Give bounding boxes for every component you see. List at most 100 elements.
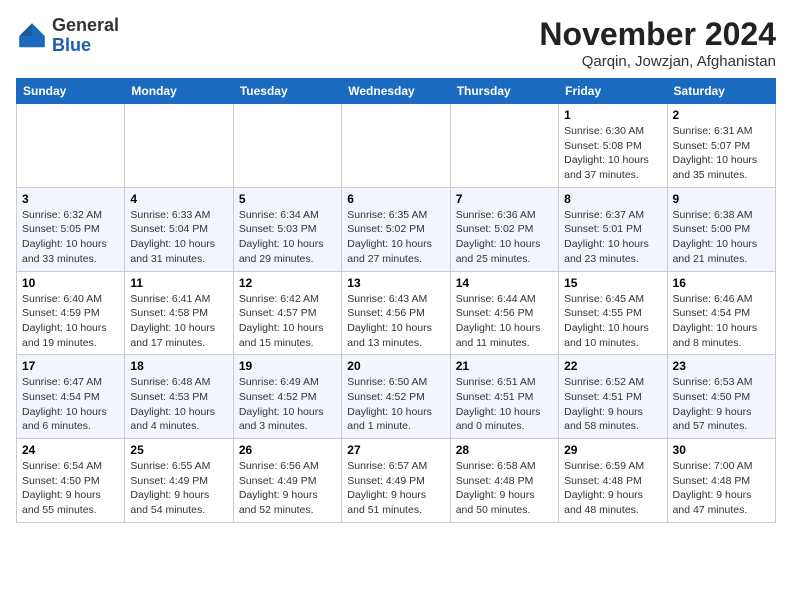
- day-number: 8: [564, 192, 661, 206]
- day-info: Sunrise: 6:42 AM Sunset: 4:57 PM Dayligh…: [239, 292, 336, 351]
- calendar-cell: 17Sunrise: 6:47 AM Sunset: 4:54 PM Dayli…: [17, 355, 125, 439]
- calendar-body: 1 Sunrise: 6:30 AM Sunset: 5:08 PM Daylig…: [17, 104, 776, 523]
- day-number: 29: [564, 443, 661, 457]
- day-number: 19: [239, 359, 336, 373]
- day-number: 9: [673, 192, 770, 206]
- calendar-cell: 6Sunrise: 6:35 AM Sunset: 5:02 PM Daylig…: [342, 187, 450, 271]
- calendar-cell: 2 Sunrise: 6:31 AM Sunset: 5:07 PM Daylig…: [667, 104, 775, 188]
- calendar-cell: 1 Sunrise: 6:30 AM Sunset: 5:08 PM Daylig…: [559, 104, 667, 188]
- day-info: Sunrise: 6:55 AM Sunset: 4:49 PM Dayligh…: [130, 459, 227, 518]
- calendar-table: SundayMondayTuesdayWednesdayThursdayFrid…: [16, 78, 776, 523]
- day-info: Sunrise: 6:59 AM Sunset: 4:48 PM Dayligh…: [564, 459, 661, 518]
- calendar-cell: 22 Sunrise: 6:52 AM Sunset: 4:51 PM Dayli…: [559, 355, 667, 439]
- calendar-week-row: 24 Sunrise: 6:54 AM Sunset: 4:50 PM Dayli…: [17, 439, 776, 523]
- logo-text: General Blue: [52, 16, 119, 56]
- calendar-cell: 3 Sunrise: 6:32 AM Sunset: 5:05 PM Daylig…: [17, 187, 125, 271]
- day-info: Sunrise: 6:30 AM Sunset: 5:08 PM Dayligh…: [564, 124, 661, 183]
- day-info: Sunrise: 6:48 AM Sunset: 4:53 PM Dayligh…: [130, 375, 227, 434]
- day-number: 5: [239, 192, 336, 206]
- day-number: 1: [564, 108, 661, 122]
- calendar-cell: 5 Sunrise: 6:34 AM Sunset: 5:03 PM Daylig…: [233, 187, 341, 271]
- day-number: 13: [347, 276, 444, 290]
- day-info: Sunrise: 6:31 AM Sunset: 5:07 PM Dayligh…: [673, 124, 770, 183]
- day-info: Sunrise: 6:53 AM Sunset: 4:50 PM Dayligh…: [673, 375, 770, 434]
- day-info: Sunrise: 6:34 AM Sunset: 5:03 PM Dayligh…: [239, 208, 336, 267]
- day-number: 14: [456, 276, 553, 290]
- calendar-week-row: 17Sunrise: 6:47 AM Sunset: 4:54 PM Dayli…: [17, 355, 776, 439]
- logo-icon: [16, 20, 48, 52]
- day-info: Sunrise: 6:49 AM Sunset: 4:52 PM Dayligh…: [239, 375, 336, 434]
- calendar-cell: 29 Sunrise: 6:59 AM Sunset: 4:48 PM Dayli…: [559, 439, 667, 523]
- day-number: 25: [130, 443, 227, 457]
- day-info: Sunrise: 7:00 AM Sunset: 4:48 PM Dayligh…: [673, 459, 770, 518]
- day-number: 18: [130, 359, 227, 373]
- calendar-cell: 11Sunrise: 6:41 AM Sunset: 4:58 PM Dayli…: [125, 271, 233, 355]
- day-number: 24: [22, 443, 119, 457]
- calendar-cell: [233, 104, 341, 188]
- weekday-header-cell: Saturday: [667, 79, 775, 104]
- location-title: Qarqin, Jowzjan, Afghanistan: [539, 53, 776, 70]
- calendar-cell: 27 Sunrise: 6:57 AM Sunset: 4:49 PM Dayli…: [342, 439, 450, 523]
- calendar-week-row: 1 Sunrise: 6:30 AM Sunset: 5:08 PM Daylig…: [17, 104, 776, 188]
- day-info: Sunrise: 6:32 AM Sunset: 5:05 PM Dayligh…: [22, 208, 119, 267]
- title-block: November 2024 Qarqin, Jowzjan, Afghanist…: [539, 16, 776, 70]
- calendar-cell: 4Sunrise: 6:33 AM Sunset: 5:04 PM Daylig…: [125, 187, 233, 271]
- day-info: Sunrise: 6:46 AM Sunset: 4:54 PM Dayligh…: [673, 292, 770, 351]
- calendar-cell: 23 Sunrise: 6:53 AM Sunset: 4:50 PM Dayli…: [667, 355, 775, 439]
- day-info: Sunrise: 6:54 AM Sunset: 4:50 PM Dayligh…: [22, 459, 119, 518]
- day-info: Sunrise: 6:51 AM Sunset: 4:51 PM Dayligh…: [456, 375, 553, 434]
- day-number: 22: [564, 359, 661, 373]
- calendar-cell: 28Sunrise: 6:58 AM Sunset: 4:48 PM Dayli…: [450, 439, 558, 523]
- day-number: 2: [673, 108, 770, 122]
- calendar-cell: 7 Sunrise: 6:36 AM Sunset: 5:02 PM Daylig…: [450, 187, 558, 271]
- day-number: 27: [347, 443, 444, 457]
- calendar-cell: 15 Sunrise: 6:45 AM Sunset: 4:55 PM Dayli…: [559, 271, 667, 355]
- calendar-cell: 16 Sunrise: 6:46 AM Sunset: 4:54 PM Dayli…: [667, 271, 775, 355]
- day-info: Sunrise: 6:50 AM Sunset: 4:52 PM Dayligh…: [347, 375, 444, 434]
- day-number: 20: [347, 359, 444, 373]
- weekday-header-cell: Tuesday: [233, 79, 341, 104]
- weekday-header-cell: Monday: [125, 79, 233, 104]
- day-info: Sunrise: 6:40 AM Sunset: 4:59 PM Dayligh…: [22, 292, 119, 351]
- weekday-header-cell: Thursday: [450, 79, 558, 104]
- calendar-cell: 12Sunrise: 6:42 AM Sunset: 4:57 PM Dayli…: [233, 271, 341, 355]
- day-number: 15: [564, 276, 661, 290]
- calendar-week-row: 10 Sunrise: 6:40 AM Sunset: 4:59 PM Dayli…: [17, 271, 776, 355]
- calendar-week-row: 3 Sunrise: 6:32 AM Sunset: 5:05 PM Daylig…: [17, 187, 776, 271]
- day-number: 30: [673, 443, 770, 457]
- page-header: General Blue November 2024 Qarqin, Jowzj…: [16, 16, 776, 70]
- weekday-header-cell: Sunday: [17, 79, 125, 104]
- month-title: November 2024: [539, 16, 776, 53]
- day-info: Sunrise: 6:33 AM Sunset: 5:04 PM Dayligh…: [130, 208, 227, 267]
- day-info: Sunrise: 6:47 AM Sunset: 4:54 PM Dayligh…: [22, 375, 119, 434]
- day-info: Sunrise: 6:58 AM Sunset: 4:48 PM Dayligh…: [456, 459, 553, 518]
- day-number: 23: [673, 359, 770, 373]
- calendar-cell: 26Sunrise: 6:56 AM Sunset: 4:49 PM Dayli…: [233, 439, 341, 523]
- day-info: Sunrise: 6:36 AM Sunset: 5:02 PM Dayligh…: [456, 208, 553, 267]
- day-number: 16: [673, 276, 770, 290]
- day-info: Sunrise: 6:57 AM Sunset: 4:49 PM Dayligh…: [347, 459, 444, 518]
- day-info: Sunrise: 6:41 AM Sunset: 4:58 PM Dayligh…: [130, 292, 227, 351]
- calendar-cell: 20 Sunrise: 6:50 AM Sunset: 4:52 PM Dayli…: [342, 355, 450, 439]
- day-number: 7: [456, 192, 553, 206]
- weekday-header-cell: Friday: [559, 79, 667, 104]
- calendar-cell: 19 Sunrise: 6:49 AM Sunset: 4:52 PM Dayli…: [233, 355, 341, 439]
- weekday-header-row: SundayMondayTuesdayWednesdayThursdayFrid…: [17, 79, 776, 104]
- day-number: 21: [456, 359, 553, 373]
- day-info: Sunrise: 6:38 AM Sunset: 5:00 PM Dayligh…: [673, 208, 770, 267]
- day-info: Sunrise: 6:52 AM Sunset: 4:51 PM Dayligh…: [564, 375, 661, 434]
- day-number: 3: [22, 192, 119, 206]
- calendar-cell: 30 Sunrise: 7:00 AM Sunset: 4:48 PM Dayli…: [667, 439, 775, 523]
- calendar-cell: [342, 104, 450, 188]
- calendar-cell: 13Sunrise: 6:43 AM Sunset: 4:56 PM Dayli…: [342, 271, 450, 355]
- calendar-cell: 10 Sunrise: 6:40 AM Sunset: 4:59 PM Dayli…: [17, 271, 125, 355]
- day-number: 10: [22, 276, 119, 290]
- calendar-cell: 18 Sunrise: 6:48 AM Sunset: 4:53 PM Dayli…: [125, 355, 233, 439]
- calendar-cell: 24 Sunrise: 6:54 AM Sunset: 4:50 PM Dayli…: [17, 439, 125, 523]
- day-info: Sunrise: 6:37 AM Sunset: 5:01 PM Dayligh…: [564, 208, 661, 267]
- calendar-cell: 25 Sunrise: 6:55 AM Sunset: 4:49 PM Dayli…: [125, 439, 233, 523]
- calendar-cell: 9 Sunrise: 6:38 AM Sunset: 5:00 PM Daylig…: [667, 187, 775, 271]
- day-number: 6: [347, 192, 444, 206]
- day-info: Sunrise: 6:45 AM Sunset: 4:55 PM Dayligh…: [564, 292, 661, 351]
- calendar-cell: 21 Sunrise: 6:51 AM Sunset: 4:51 PM Dayli…: [450, 355, 558, 439]
